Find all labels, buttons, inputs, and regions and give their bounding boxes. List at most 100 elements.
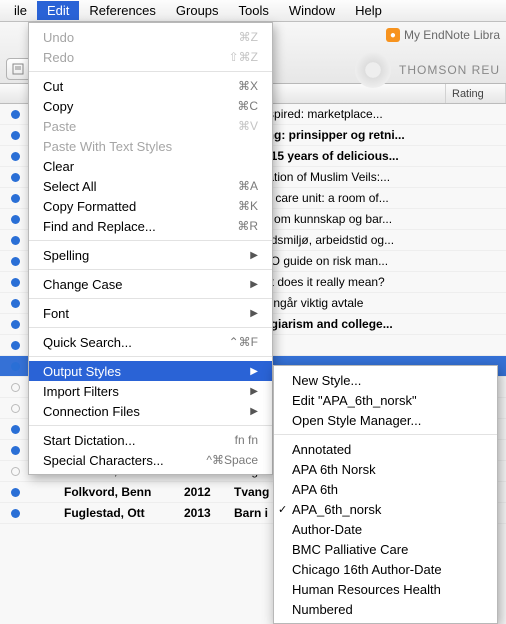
menu-item-label: Font bbox=[43, 306, 69, 321]
style-option[interactable]: Human Resources Health bbox=[274, 579, 497, 599]
shortcut: ⇧⌘Z bbox=[229, 50, 258, 64]
menu-edit[interactable]: Edit bbox=[37, 1, 79, 20]
style-label: Numbered bbox=[292, 602, 353, 617]
submenu-item-new-style-[interactable]: New Style... bbox=[274, 370, 497, 390]
menu-item-label: Clear bbox=[43, 159, 74, 174]
menu-references[interactable]: References bbox=[79, 1, 165, 20]
menu-item-paste: Paste ⌘V bbox=[29, 116, 272, 136]
menu-item-label: Quick Search... bbox=[43, 335, 132, 350]
menu-item-change-case[interactable]: Change Case ▶ bbox=[29, 274, 272, 294]
menu-item-label: Select All bbox=[43, 179, 96, 194]
submenu-arrow-icon: ▶ bbox=[250, 386, 258, 397]
submenu-arrow-icon: ▶ bbox=[250, 250, 258, 261]
style-option[interactable]: Chicago 16th Author-Date bbox=[274, 559, 497, 579]
style-option[interactable]: BMC Palliative Care bbox=[274, 539, 497, 559]
cell-year: 2013 bbox=[180, 506, 230, 520]
shortcut: ⌘Z bbox=[239, 30, 258, 44]
menu-window[interactable]: Window bbox=[279, 1, 345, 20]
style-option[interactable]: Numbered bbox=[274, 599, 497, 619]
menu-item-label: Paste bbox=[43, 119, 76, 134]
unread-dot-icon bbox=[11, 215, 20, 224]
style-label: BMC Palliative Care bbox=[292, 542, 408, 557]
menu-item-select-all[interactable]: Select All ⌘A bbox=[29, 176, 272, 196]
menu-item-import-filters[interactable]: Import Filters ▶ bbox=[29, 381, 272, 401]
unread-dot-icon bbox=[11, 383, 20, 392]
style-label: Human Resources Health bbox=[292, 582, 441, 597]
menu-item-quick-search-[interactable]: Quick Search... ⌃⌘F bbox=[29, 332, 272, 352]
style-label: Author-Date bbox=[292, 522, 362, 537]
unread-dot-icon bbox=[11, 509, 20, 518]
unread-dot-icon bbox=[11, 362, 20, 371]
style-label: APA 6th bbox=[292, 482, 338, 497]
thomson-logo-icon bbox=[355, 52, 391, 88]
menu-item-clear[interactable]: Clear bbox=[29, 156, 272, 176]
menu-groups[interactable]: Groups bbox=[166, 1, 229, 20]
menu-item-undo: Undo ⌘Z bbox=[29, 27, 272, 47]
style-option[interactable]: Author-Date bbox=[274, 519, 497, 539]
menu-item-label: Undo bbox=[43, 30, 74, 45]
menu-item-label: Connection Files bbox=[43, 404, 140, 419]
library-label: ● My EndNote Libra bbox=[386, 28, 500, 42]
style-option[interactable]: APA 6th Norsk bbox=[274, 459, 497, 479]
menu-item-label: Spelling bbox=[43, 248, 89, 263]
shortcut: ⌘A bbox=[238, 179, 258, 193]
shortcut: ⌘K bbox=[238, 199, 258, 213]
menu-item-connection-files[interactable]: Connection Files ▶ bbox=[29, 401, 272, 421]
menu-item-special-characters-[interactable]: Special Characters... ^⌘Space bbox=[29, 450, 272, 470]
style-label: Annotated bbox=[292, 442, 351, 457]
menu-item-find-and-replace-[interactable]: Find and Replace...⌘R bbox=[29, 216, 272, 236]
submenu-item-open-style-manager-[interactable]: Open Style Manager... bbox=[274, 410, 497, 430]
menu-item-cut[interactable]: Cut ⌘X bbox=[29, 76, 272, 96]
cell-author: Folkvord, Benn bbox=[60, 485, 180, 499]
document-icon bbox=[12, 63, 28, 75]
menu-file[interactable]: ile bbox=[4, 1, 37, 20]
menu-item-label: Output Styles bbox=[43, 364, 121, 379]
output-styles-submenu: New Style...Edit "APA_6th_norsk"Open Sty… bbox=[273, 365, 498, 624]
menu-item-copy-formatted[interactable]: Copy Formatted ⌘K bbox=[29, 196, 272, 216]
menu-item-label: Change Case bbox=[43, 277, 123, 292]
brand-area: THOMSON REU bbox=[355, 52, 500, 88]
menu-item-label: Paste With Text Styles bbox=[43, 139, 172, 154]
menu-item-paste-with-text-styles: Paste With Text Styles bbox=[29, 136, 272, 156]
unread-dot-icon bbox=[11, 131, 20, 140]
menu-item-label: Special Characters... bbox=[43, 453, 164, 468]
unread-dot-icon bbox=[11, 299, 20, 308]
menu-item-redo: Redo ⇧⌘Z bbox=[29, 47, 272, 67]
checkmark-icon: ✓ bbox=[278, 503, 287, 516]
unread-dot-icon bbox=[11, 320, 20, 329]
col-read[interactable] bbox=[0, 84, 30, 103]
menu-item-font[interactable]: Font ▶ bbox=[29, 303, 272, 323]
style-option[interactable]: APA 6th bbox=[274, 479, 497, 499]
submenu-arrow-icon: ▶ bbox=[250, 308, 258, 319]
menu-item-start-dictation-[interactable]: Start Dictation...fn fn bbox=[29, 430, 272, 450]
cell-author: Fuglestad, Ott bbox=[60, 506, 180, 520]
shortcut: ^⌘Space bbox=[206, 453, 258, 467]
style-label: Chicago 16th Author-Date bbox=[292, 562, 442, 577]
submenu-item-edit-apa-th-norsk-[interactable]: Edit "APA_6th_norsk" bbox=[274, 390, 497, 410]
style-option[interactable]: ✓ APA_6th_norsk bbox=[274, 499, 497, 519]
menu-item-output-styles[interactable]: Output Styles ▶ bbox=[29, 361, 272, 381]
menu-item-label: Copy Formatted bbox=[43, 199, 136, 214]
shortcut: ⌃⌘F bbox=[229, 335, 258, 349]
menu-tools[interactable]: Tools bbox=[229, 1, 279, 20]
unread-dot-icon bbox=[11, 425, 20, 434]
submenu-arrow-icon: ▶ bbox=[250, 366, 258, 377]
unread-dot-icon bbox=[11, 404, 20, 413]
menu-item-label: Copy bbox=[43, 99, 73, 114]
menu-help[interactable]: Help bbox=[345, 1, 392, 20]
unread-dot-icon bbox=[11, 257, 20, 266]
menu-item-label: Redo bbox=[43, 50, 74, 65]
style-option[interactable]: Annotated bbox=[274, 439, 497, 459]
menu-item-copy[interactable]: Copy⌘C bbox=[29, 96, 272, 116]
submenu-arrow-icon: ▶ bbox=[250, 406, 258, 417]
style-label: APA_6th_norsk bbox=[292, 502, 381, 517]
submenu-arrow-icon: ▶ bbox=[250, 279, 258, 290]
unread-dot-icon bbox=[11, 341, 20, 350]
library-name: My EndNote Libra bbox=[404, 28, 500, 42]
shortcut: ⌘V bbox=[238, 119, 258, 133]
menu-item-label: Cut bbox=[43, 79, 63, 94]
menu-item-spelling[interactable]: Spelling ▶ bbox=[29, 245, 272, 265]
menu-item-label: Import Filters bbox=[43, 384, 119, 399]
shortcut: ⌘X bbox=[238, 79, 258, 93]
cell-year: 2012 bbox=[180, 485, 230, 499]
